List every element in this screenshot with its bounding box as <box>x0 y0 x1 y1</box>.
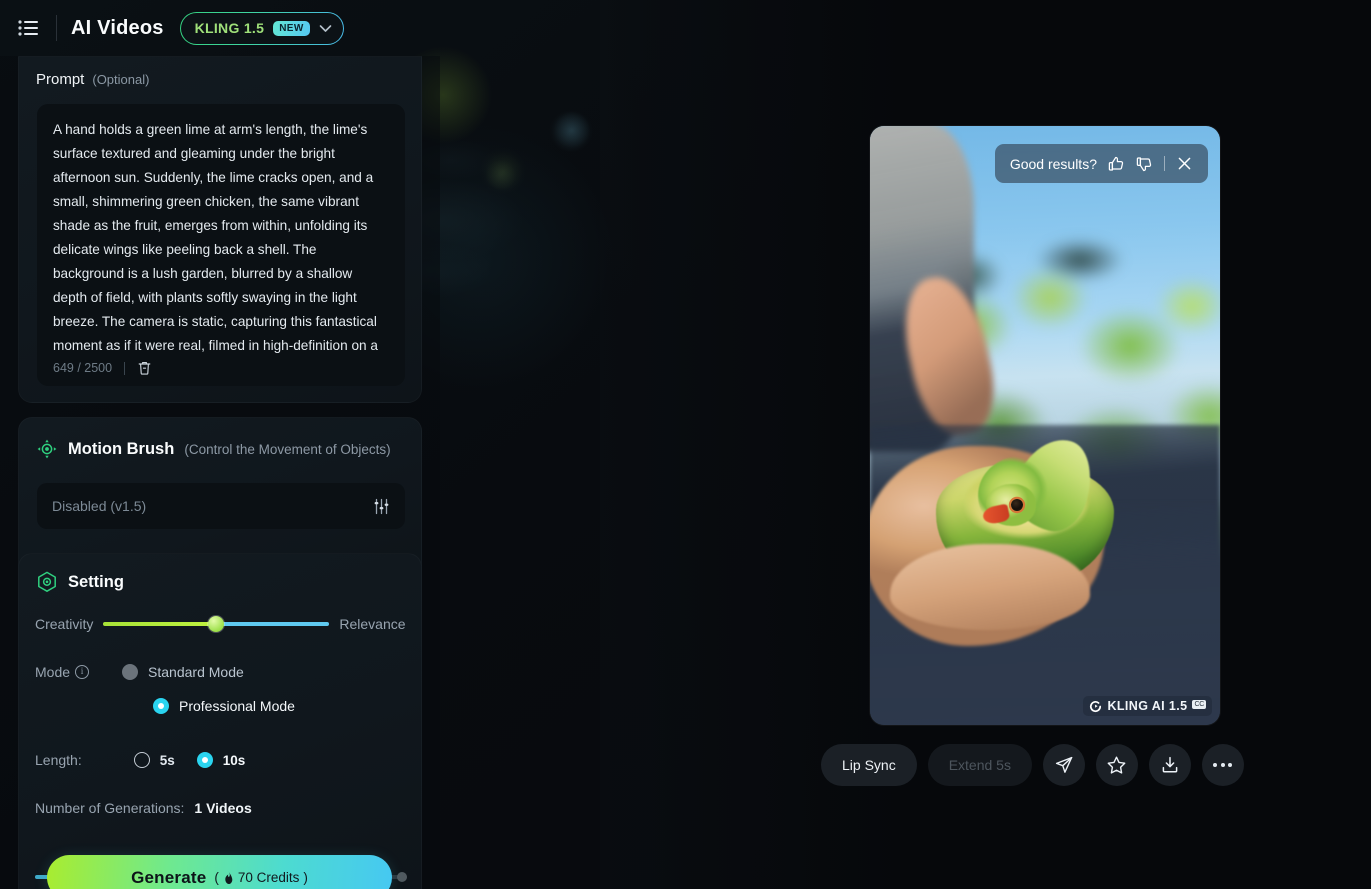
generations-row: Number of Generations: 1 Videos <box>35 800 252 816</box>
prompt-footer: 649 / 2500 <box>53 360 152 376</box>
prompt-input[interactable]: A hand holds a green lime at arm's lengt… <box>37 104 405 386</box>
more-icon <box>1213 763 1233 767</box>
creativity-slider-track-right <box>216 622 330 626</box>
creativity-slider-track-left <box>103 622 217 626</box>
generate-button[interactable]: Generate ( 70 Credits ) <box>47 855 392 889</box>
video-frame-bird-eye <box>1011 499 1023 511</box>
mode-row-professional: Professional Mode <box>35 698 295 714</box>
header-divider <box>56 15 57 41</box>
parenthesis-close: ) <box>303 870 308 885</box>
lip-sync-button[interactable]: Lip Sync <box>821 744 917 786</box>
kling-logo-icon <box>1089 700 1102 713</box>
chevron-down-icon <box>319 24 332 33</box>
radio-standard-mode[interactable] <box>122 664 139 680</box>
generate-area: Generate ( 70 Credits ) <box>19 847 423 889</box>
feedback-divider <box>1164 156 1165 171</box>
download-button[interactable] <box>1148 744 1191 786</box>
thumbs-up-icon[interactable] <box>1107 155 1125 173</box>
length-option-10s[interactable]: 10s <box>196 752 246 768</box>
setting-card: Setting Creativity Relevance Mode i Stan… <box>18 553 422 889</box>
extend-5s-button: Extend 5s <box>927 744 1032 786</box>
prompt-footer-divider <box>124 361 126 375</box>
generate-button-label: Generate <box>131 867 207 887</box>
watermark-tag: CC <box>1192 700 1206 709</box>
setting-title: Setting <box>68 573 124 591</box>
parenthesis-open: ( <box>214 870 219 885</box>
feedback-question: Good results? <box>1009 155 1097 172</box>
download-icon <box>1162 756 1178 773</box>
creativity-slider[interactable] <box>103 616 330 632</box>
prompt-optional-label: (Optional) <box>92 72 150 87</box>
generate-credits: ( 70 Credits ) <box>214 870 308 885</box>
radio-length-5s[interactable] <box>133 752 150 768</box>
motion-brush-title: Motion Brush <box>68 439 175 458</box>
watermark-text: KLING AI 1.5 <box>1107 699 1188 713</box>
creativity-label: Creativity <box>35 616 94 632</box>
share-icon <box>1054 755 1074 775</box>
watermark: KLING AI 1.5 CC <box>1083 696 1212 716</box>
share-button[interactable] <box>1042 744 1085 786</box>
creativity-slider-thumb[interactable] <box>208 616 225 632</box>
flame-icon <box>223 871 234 885</box>
mode-option-standard-label: Standard Mode <box>148 664 244 680</box>
motion-brush-header: Motion Brush (Control the Movement of Ob… <box>19 418 421 460</box>
length-option-5s-label: 5s <box>159 752 175 768</box>
mode-label: Mode <box>35 664 71 680</box>
prompt-header: Prompt (Optional) <box>19 57 421 88</box>
model-selector[interactable]: KLING 1.5 NEW <box>180 12 344 45</box>
video-frame-fingers <box>890 544 1090 630</box>
length-option-5s[interactable]: 5s <box>133 752 175 768</box>
favorite-button[interactable] <box>1095 744 1138 786</box>
setting-header: Setting <box>19 554 421 594</box>
trash-icon[interactable] <box>137 360 152 376</box>
prompt-card: Prompt (Optional) A hand holds a green l… <box>18 56 422 403</box>
sliders-icon[interactable] <box>373 498 390 515</box>
model-selector-label: KLING 1.5 <box>194 20 265 36</box>
motion-brush-value: Disabled (v1.5) <box>52 498 147 514</box>
prompt-label: Prompt <box>36 71 85 88</box>
star-icon <box>1106 755 1127 776</box>
motion-brush-subtitle: (Control the Movement of Objects) <box>184 441 391 457</box>
radio-length-10s[interactable] <box>196 752 213 768</box>
background-glow-accents <box>420 40 600 370</box>
video-action-bar: Lip Sync Extend 5s <box>821 744 1244 786</box>
generate-credits-text: 70 Credits <box>237 870 300 885</box>
more-options-button[interactable] <box>1201 744 1244 786</box>
page-title: AI Videos <box>71 16 164 39</box>
mode-option-professional[interactable]: Professional Mode <box>153 698 295 714</box>
list-menu-glyph <box>18 20 38 36</box>
prompt-char-count: 649 / 2500 <box>53 361 113 375</box>
generations-value: 1 Videos <box>194 800 252 816</box>
setting-hexagon-icon <box>36 571 58 594</box>
list-menu-icon[interactable] <box>8 7 50 49</box>
video-preview[interactable]: Good results? KLING AI 1.5 CC <box>870 126 1220 725</box>
length-option-10s-label: 10s <box>222 752 246 768</box>
motion-brush-icon <box>36 438 58 460</box>
mode-option-professional-label: Professional Mode <box>179 698 295 714</box>
length-row: Length: 5s 10s <box>35 752 245 768</box>
prompt-text: A hand holds a green lime at arm's lengt… <box>53 122 378 353</box>
radio-professional-mode[interactable] <box>153 698 169 714</box>
mode-row: Mode i Standard Mode <box>35 664 244 680</box>
relevance-label: Relevance <box>339 616 406 632</box>
creativity-slider-row: Creativity Relevance <box>35 616 407 632</box>
close-icon[interactable] <box>1176 155 1193 172</box>
motion-brush-select[interactable]: Disabled (v1.5) <box>37 483 405 529</box>
mode-option-standard[interactable]: Standard Mode <box>122 664 244 680</box>
app-header: AI Videos KLING 1.5 NEW <box>0 0 1371 56</box>
thumbs-down-icon[interactable] <box>1135 155 1153 173</box>
feedback-bar: Good results? <box>994 144 1208 183</box>
generations-label: Number of Generations: <box>35 800 185 816</box>
generations-slider-thumb[interactable] <box>397 872 407 882</box>
length-label: Length: <box>35 752 82 768</box>
controls-panel: Prompt (Optional) A hand holds a green l… <box>0 56 440 889</box>
model-new-badge: NEW <box>273 20 310 36</box>
info-icon[interactable]: i <box>75 665 90 679</box>
